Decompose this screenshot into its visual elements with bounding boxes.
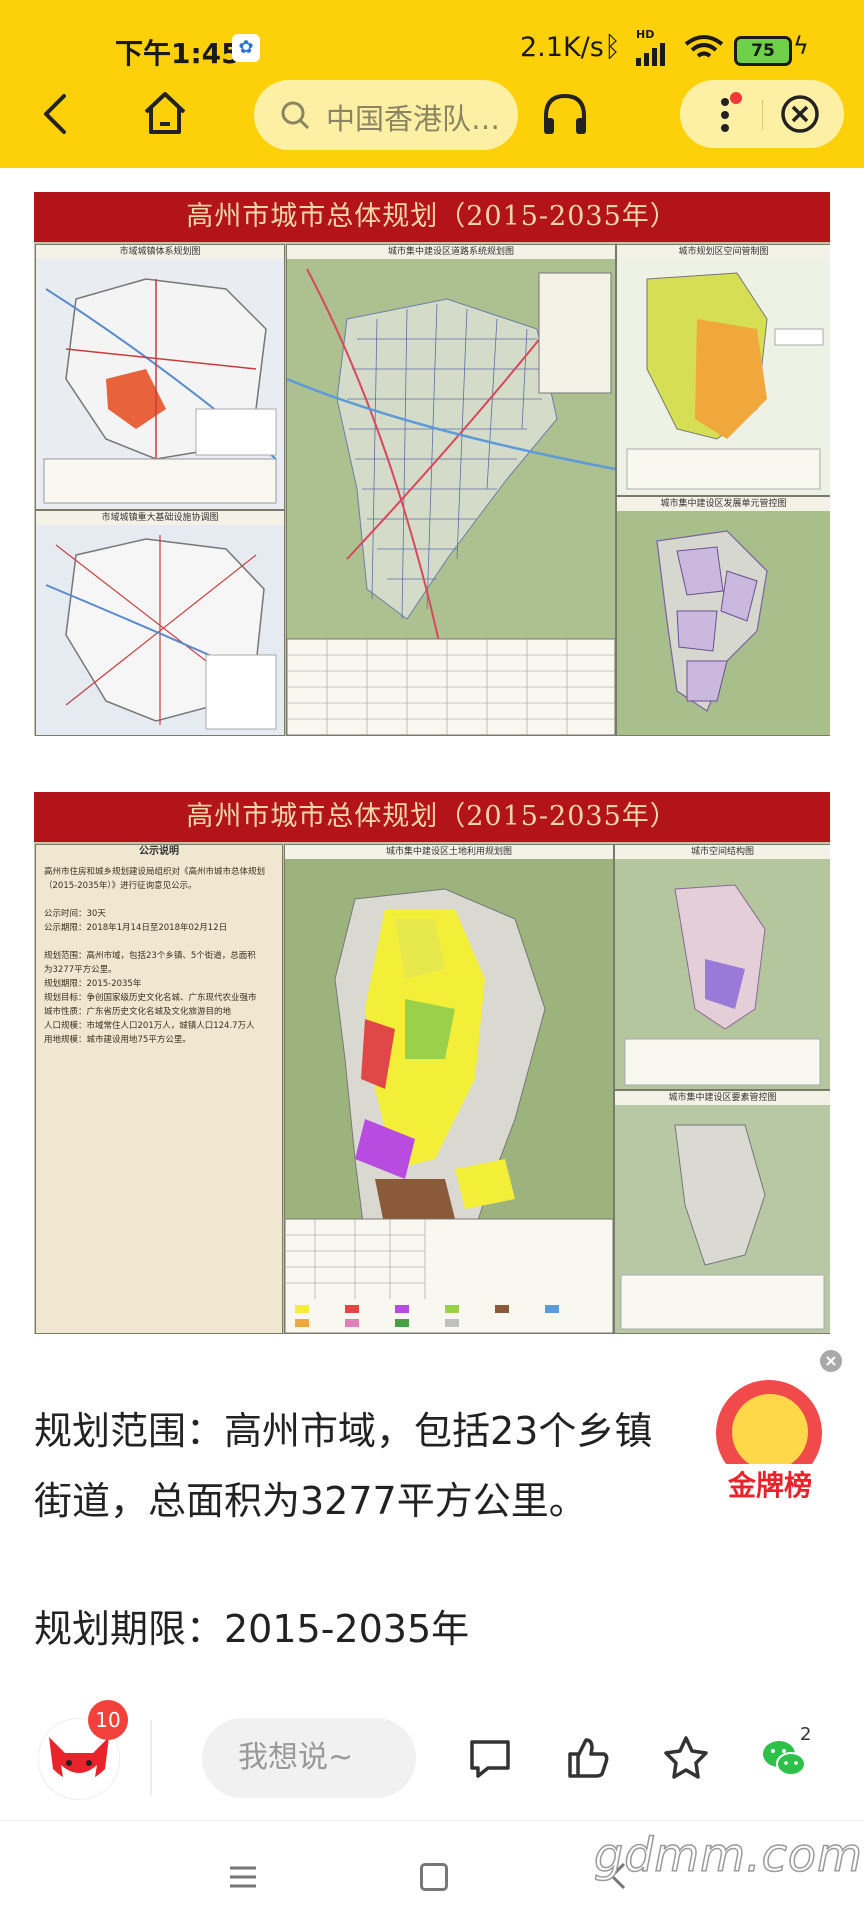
battery-icon: 75 [734, 36, 792, 66]
signal-icon [636, 43, 665, 66]
panel-title: 城市集中建设区要素管控图 [615, 1091, 830, 1105]
panel-title: 城市空间结构图 [615, 845, 830, 859]
panel-title: 城市规划区空间管制图 [617, 245, 830, 259]
panel-title: 市域城镇体系规划图 [36, 245, 284, 259]
plan-image-1[interactable]: 高州市城市总体规划（2015-2035年） 市域城镇体系规划图 市域城镇重大基础… [34, 192, 830, 736]
plan-banner: 高州市城市总体规划（2015-2035年） [34, 192, 830, 242]
map-graphic [617, 511, 830, 735]
article-paragraph-scope-cont: 街道，总面积为3277平方公里。 [34, 1479, 587, 1523]
panel-notice: 公示说明 高州市住房和城乡规划建设局组织对《高州市城市总体规划 （2015-20… [35, 844, 283, 1334]
notification-dot [730, 92, 742, 104]
article-paragraph-period: 规划期限：2015-2035年 [34, 1607, 470, 1651]
browser-nav: 中国香港队… [0, 78, 864, 150]
gold-medal-icon [732, 1394, 808, 1470]
avatar-badge: 10 [88, 1700, 128, 1740]
plan-image-2[interactable]: 高州市城市总体规划（2015-2035年） 公示说明 高州市住房和城乡规划建设局… [34, 792, 830, 1334]
more-icon[interactable] [720, 96, 730, 134]
article-paragraph-scope: 规划范围：高州市域，包括23个乡镇 [34, 1409, 653, 1453]
baidu-app-icon: ✿ [232, 34, 260, 62]
panel-infrastructure: 市域城镇重大基础设施协调图 [35, 510, 285, 736]
star-icon[interactable] [662, 1734, 710, 1782]
share-count: 2 [800, 1724, 812, 1745]
plan-banner: 高州市城市总体规划（2015-2035年） [34, 792, 830, 842]
map-graphic [36, 259, 284, 509]
panel-title: 市域城镇重大基础设施协调图 [36, 511, 284, 525]
divider [150, 1720, 152, 1796]
map-graphic [36, 525, 284, 735]
like-icon[interactable] [564, 1734, 612, 1782]
close-icon[interactable] [780, 94, 820, 134]
map-graphic [615, 1105, 830, 1333]
status-bar: 下午1:45 ✿ 2.1K/s ᛒ HD 75 ϟ [0, 24, 864, 72]
status-time: 下午1:45 [115, 37, 241, 70]
map-graphic [617, 259, 830, 495]
panel-development-units: 城市集中建设区发展单元管控图 [616, 496, 830, 736]
charging-icon: ϟ [793, 32, 809, 60]
network-speed: 2.1K/s [520, 32, 604, 63]
map-graphic [287, 259, 615, 735]
wifi-icon [684, 35, 724, 58]
home-button-icon[interactable] [420, 1863, 448, 1891]
panel-title: 城市集中建设区道路系统规划图 [287, 245, 615, 259]
panel-element-control: 城市集中建设区要素管控图 [614, 1090, 830, 1334]
menu-icon[interactable] [228, 1865, 258, 1889]
panel-title: 城市集中建设区发展单元管控图 [617, 497, 830, 511]
bottom-action-bar: 10 我想说~ 2 [0, 1700, 864, 1820]
home-icon[interactable] [140, 88, 190, 138]
panel-spatial-structure: 城市空间结构图 [614, 844, 830, 1090]
comment-input[interactable]: 我想说~ [202, 1718, 416, 1798]
search-icon [281, 101, 310, 130]
panel-title: 公示说明 [36, 845, 282, 859]
bluetooth-icon: ᛒ [604, 30, 621, 63]
watermark: gdmm.com [593, 1827, 863, 1883]
panel-title: 城市集中建设区土地利用规划图 [285, 845, 613, 859]
map-graphic [615, 859, 830, 1089]
panel-road-system: 城市集中建设区道路系统规划图 [286, 244, 616, 736]
capsule-divider [762, 100, 763, 130]
panel-spatial-control: 城市规划区空间管制图 [616, 244, 830, 496]
panel-town-system: 市域城镇体系规划图 [35, 244, 285, 510]
top-bar: 下午1:45 ✿ 2.1K/s ᛒ HD 75 ϟ 中国香港队… [0, 0, 864, 168]
comment-icon[interactable] [466, 1734, 514, 1782]
mini-program-capsule [680, 80, 844, 148]
medal-table-label: 金牌榜 [712, 1464, 828, 1504]
notice-text: 高州市住房和城乡规划建设局组织对《高州市城市总体规划 （2015-2035年）》… [44, 867, 266, 1045]
headphones-icon[interactable] [540, 90, 590, 138]
map-graphic [285, 859, 613, 1333]
search-text: 中国香港队… [326, 102, 501, 136]
back-icon[interactable] [38, 92, 74, 136]
medal-close-icon[interactable] [820, 1350, 842, 1372]
search-bar[interactable]: 中国香港队… [254, 80, 518, 150]
medal-table-widget[interactable]: 金牌榜 [712, 1380, 828, 1510]
panel-land-use: 城市集中建设区土地利用规划图 [284, 844, 614, 1334]
